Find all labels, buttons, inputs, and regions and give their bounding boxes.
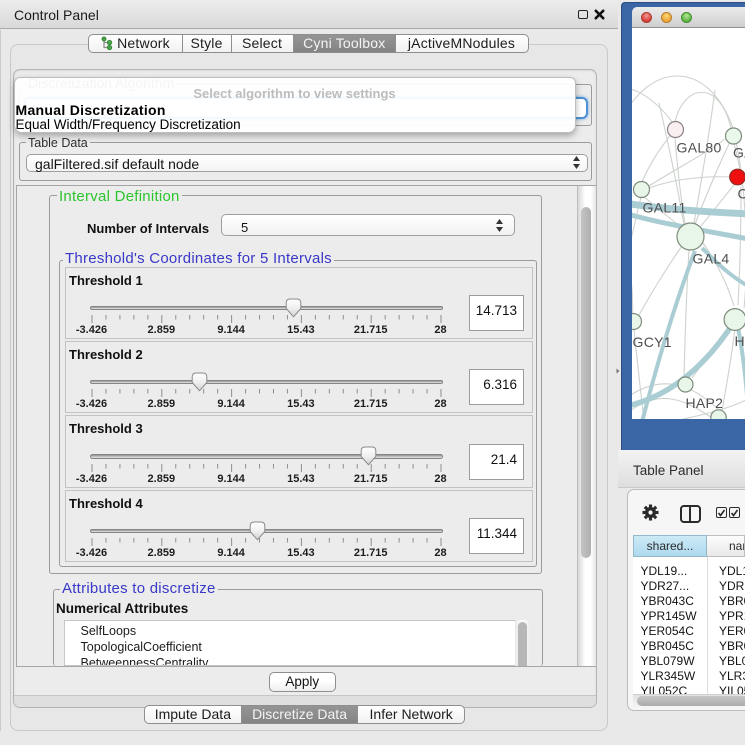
svg-text:GAL: GAL <box>733 144 745 160</box>
svg-text:GAL11: GAL11 <box>642 199 686 215</box>
svg-text:CD: CD <box>737 185 745 201</box>
svg-text:GAL80: GAL80 <box>676 139 721 155</box>
svg-text:GCY1: GCY1 <box>632 334 671 350</box>
svg-text:HAP2: HAP2 <box>685 395 723 411</box>
svg-text:GAL4: GAL4 <box>692 250 729 266</box>
svg-text:HI: HI <box>734 333 745 349</box>
